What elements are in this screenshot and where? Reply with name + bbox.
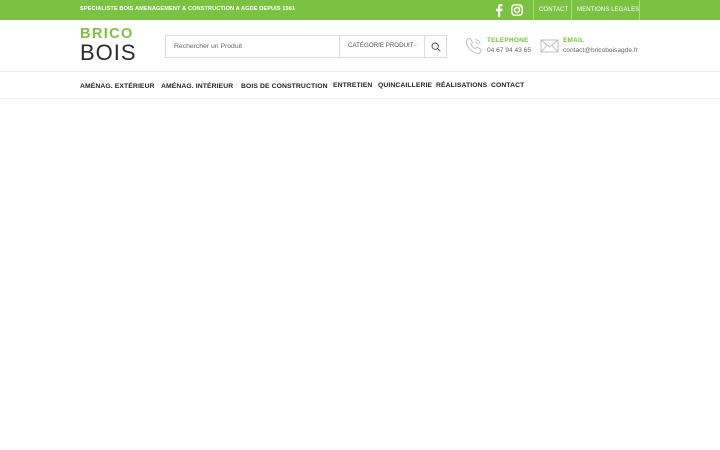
nav-item-contact[interactable]: CONTACT [491, 82, 524, 89]
topbar-divider [639, 0, 640, 20]
phone-label: TELEPHONE [487, 37, 529, 44]
search-bar: CATÉGORIE PRODUIT ⌄ [165, 35, 447, 58]
email-label: EMAIL [563, 37, 585, 44]
chevron-down-icon: ˅ [235, 82, 238, 87]
nav-item-quincaillerie[interactable]: QUINCAILLERIE [378, 82, 432, 89]
nav-item-label: AMÉNAG. INTÉRIEUR [161, 83, 234, 90]
chevron-down-icon: ˅ [156, 82, 160, 87]
top-bar: SPECIALISTE BOIS AMENAGEMENT & CONSTRUCT… [0, 0, 720, 20]
category-select[interactable]: CATÉGORIE PRODUIT ⌄ [339, 36, 424, 57]
search-button[interactable] [424, 36, 446, 57]
logo-line-brico: BRICO [80, 26, 134, 42]
site-logo[interactable]: BRICO BOIS [80, 27, 144, 65]
nav-item-bois-de-construction[interactable]: BOIS DE CONSTRUCTION ˅ [241, 82, 332, 90]
email-address: contact@bricoboisagde.fr [563, 47, 638, 54]
facebook-icon[interactable] [491, 2, 507, 18]
chevron-down-icon: ˅ [329, 82, 333, 87]
nav-item-label: CONTACT [491, 82, 525, 89]
main-nav: AMÉNAG. EXTÉRIEUR ˅ AMÉNAG. INTÉRIEUR ˅ BO… [0, 73, 720, 99]
envelope-icon [540, 39, 559, 53]
nav-item-label: RÉALISATIONS [436, 82, 488, 89]
topbar-link-contact[interactable]: CONTACT [539, 7, 568, 13]
instagram-icon[interactable] [509, 2, 525, 18]
page-content [0, 100, 720, 450]
phone-number: 04 67 94 43 65 [487, 47, 531, 54]
nav-item-entretien[interactable]: ENTRETIEN [333, 82, 372, 89]
category-select-label: CATÉGORIE PRODUIT [348, 42, 414, 49]
topbar-divider [533, 0, 534, 20]
topbar-divider [571, 0, 572, 20]
nav-item-label: QUINCAILLERIE [378, 82, 433, 89]
search-icon [431, 42, 441, 52]
chevron-down-icon: ⌄ [413, 42, 419, 48]
nav-item-amenag-exterieur[interactable]: AMÉNAG. EXTÉRIEUR ˅ [80, 82, 159, 90]
nav-item-label: ENTRETIEN [333, 82, 373, 89]
nav-item-label: BOIS DE CONSTRUCTION [241, 83, 328, 90]
nav-item-amenag-interieur[interactable]: AMÉNAG. INTÉRIEUR ˅ [161, 82, 238, 90]
phone-icon [465, 37, 482, 55]
nav-item-label: AMÉNAG. EXTÉRIEUR [80, 83, 155, 90]
search-input[interactable] [166, 36, 338, 57]
topbar-tagline: SPECIALISTE BOIS AMENAGEMENT & CONSTRUCT… [80, 6, 296, 12]
topbar-link-mentions-legales[interactable]: MENTIONS LEGALES [577, 7, 639, 13]
nav-item-realisations[interactable]: RÉALISATIONS [436, 82, 487, 89]
site-header: BRICO BOIS CATÉGORIE PRODUIT ⌄ TELEPHONE… [0, 20, 720, 72]
logo-line-bois: BOIS [80, 40, 137, 65]
